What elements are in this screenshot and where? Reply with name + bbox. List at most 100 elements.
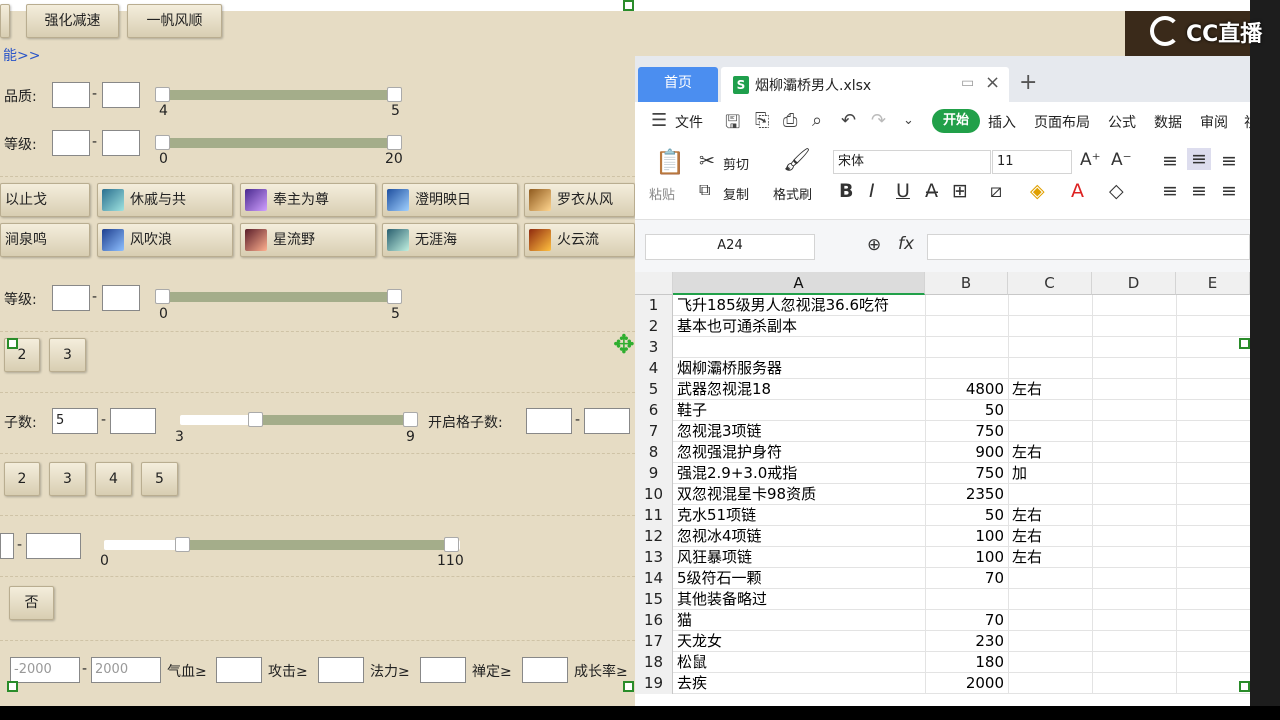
no-button[interactable]: 否	[9, 586, 54, 620]
row-number[interactable]: 12	[635, 526, 673, 547]
cut-label[interactable]: 剪切	[723, 154, 749, 173]
skill-button[interactable]: 星流野	[240, 223, 376, 257]
cell-d[interactable]	[1092, 442, 1176, 463]
undo-icon[interactable]: ↶	[841, 110, 856, 131]
cell-c[interactable]	[1008, 295, 1092, 316]
level-slider-max-handle[interactable]	[387, 135, 402, 150]
cell-c[interactable]: 左右	[1008, 442, 1092, 463]
fill-color-icon[interactable]: ◈	[1030, 180, 1045, 202]
cell-style-icon[interactable]: ⧄	[990, 180, 1002, 202]
cell-e[interactable]	[1176, 589, 1250, 610]
cell-b[interactable]: 70	[925, 610, 1008, 631]
cell-a[interactable]: 风狂暴项链	[675, 547, 925, 568]
cell-c[interactable]	[1008, 568, 1092, 589]
menu-data[interactable]: 数据	[1154, 112, 1182, 132]
cell-e[interactable]	[1176, 442, 1250, 463]
align-top-icon[interactable]: ≡	[1162, 150, 1178, 172]
level2-max-input[interactable]	[102, 285, 140, 311]
open-slots-max-input[interactable]	[584, 408, 630, 434]
window-icon[interactable]: ▭	[961, 75, 974, 91]
stat-max-input[interactable]: 2000	[91, 657, 161, 683]
cell-d[interactable]	[1092, 421, 1176, 442]
skill-button[interactable]: 澄明映日	[382, 183, 518, 217]
cell-b[interactable]	[925, 295, 1008, 316]
slots-slider-min-handle[interactable]	[248, 412, 263, 427]
row-number[interactable]: 9	[635, 463, 673, 484]
cell-e[interactable]	[1176, 568, 1250, 589]
row-number[interactable]: 7	[635, 421, 673, 442]
level2-slider[interactable]	[160, 292, 400, 302]
cell-e[interactable]	[1176, 379, 1250, 400]
skill-button[interactable]: 涧泉鸣	[0, 223, 90, 257]
cell-c[interactable]: 加	[1008, 463, 1092, 484]
cell-a[interactable]: 去疾	[675, 673, 925, 694]
menu-review[interactable]: 审阅	[1200, 112, 1228, 132]
cell-c[interactable]	[1008, 631, 1092, 652]
sheet-grid[interactable]: A B C D E 1 飞升185级男人忽视混36.6吃符 2 基本也可通杀副本 3 4 烟…	[635, 272, 1250, 706]
cell-b[interactable]	[925, 589, 1008, 610]
cell-a[interactable]: 武器忽视混18	[675, 379, 925, 400]
row-number[interactable]: 2	[635, 316, 673, 337]
cell-c[interactable]	[1008, 589, 1092, 610]
align-center-icon[interactable]: ≡	[1191, 180, 1207, 202]
cell-c[interactable]	[1008, 484, 1092, 505]
cell-d[interactable]	[1092, 673, 1176, 694]
cell-e[interactable]	[1176, 652, 1250, 673]
cell-c[interactable]: 左右	[1008, 505, 1092, 526]
resize-handle[interactable]	[1239, 338, 1250, 349]
quality-slider[interactable]	[160, 90, 400, 100]
cell-a[interactable]: 基本也可通杀副本	[675, 316, 925, 337]
column-header-e[interactable]: E	[1176, 272, 1250, 295]
print-preview-icon[interactable]: ⌕	[812, 110, 822, 131]
cell-a[interactable]: 忽视强混护身符	[675, 442, 925, 463]
cell-d[interactable]	[1092, 589, 1176, 610]
option-button-3[interactable]: 3	[49, 338, 86, 372]
cell-b[interactable]	[925, 316, 1008, 337]
format-painter-icon[interactable]: 🖌	[783, 148, 811, 173]
skill-button[interactable]: 休戚与共	[97, 183, 233, 217]
skill-button[interactable]: 无涯海	[382, 223, 518, 257]
cell-b[interactable]: 100	[925, 526, 1008, 547]
font-color-icon[interactable]: A	[1071, 180, 1084, 202]
cell-d[interactable]	[1092, 505, 1176, 526]
cell-a[interactable]: 双忽视混星卡98资质	[675, 484, 925, 505]
cell-e[interactable]	[1176, 295, 1250, 316]
skill-button[interactable]: 奉主为尊	[240, 183, 376, 217]
cell-d[interactable]	[1092, 484, 1176, 505]
cell-d[interactable]	[1092, 610, 1176, 631]
cell-b[interactable]	[925, 337, 1008, 358]
increase-font-icon[interactable]: A⁺	[1080, 150, 1101, 170]
level-slider-min-handle[interactable]	[155, 135, 170, 150]
skill-button[interactable]: 风吹浪	[97, 223, 233, 257]
resize-handle[interactable]	[7, 338, 18, 349]
tab-home[interactable]: 首页	[638, 67, 718, 102]
menu-page-layout[interactable]: 页面布局	[1034, 112, 1090, 132]
row-number[interactable]: 11	[635, 505, 673, 526]
cell-e[interactable]	[1176, 505, 1250, 526]
redo-icon[interactable]: ↷	[871, 110, 886, 131]
menu-insert[interactable]: 插入	[988, 112, 1016, 132]
resize-handle[interactable]	[623, 0, 634, 11]
cell-a[interactable]: 猫	[675, 610, 925, 631]
price-slider-min-handle[interactable]	[175, 537, 190, 552]
cell-e[interactable]	[1176, 421, 1250, 442]
cell-c[interactable]	[1008, 358, 1092, 379]
cell-d[interactable]	[1092, 337, 1176, 358]
cell-d[interactable]	[1092, 358, 1176, 379]
cell-e[interactable]	[1176, 358, 1250, 379]
cell-b[interactable]: 50	[925, 400, 1008, 421]
resize-handle[interactable]	[7, 681, 18, 692]
cell-b[interactable]: 2350	[925, 484, 1008, 505]
level-slider[interactable]	[160, 138, 400, 148]
cell-d[interactable]	[1092, 379, 1176, 400]
menu-formula[interactable]: 公式	[1108, 112, 1136, 132]
cell-d[interactable]	[1092, 652, 1176, 673]
select-all-corner[interactable]	[635, 272, 673, 295]
border-icon[interactable]: ⊞	[952, 180, 968, 202]
slots-slider-max-handle[interactable]	[403, 412, 418, 427]
cell-c[interactable]	[1008, 400, 1092, 421]
row-number[interactable]: 3	[635, 337, 673, 358]
column-header-a[interactable]: A	[673, 272, 925, 295]
open-slots-min-input[interactable]	[526, 408, 572, 434]
level-max-input[interactable]	[102, 130, 140, 156]
